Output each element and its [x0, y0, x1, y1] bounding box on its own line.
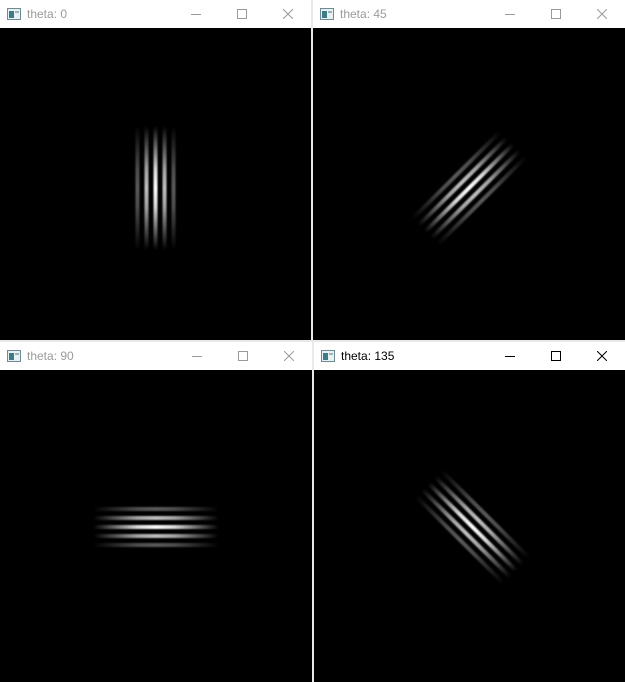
minimize-icon: [191, 14, 201, 15]
close-button[interactable]: [265, 0, 311, 28]
maximize-button[interactable]: [220, 342, 266, 370]
maximize-button[interactable]: [533, 342, 579, 370]
stripe: [93, 516, 219, 520]
title-bar[interactable]: theta: 0: [0, 0, 311, 28]
close-button[interactable]: [266, 342, 312, 370]
minimize-button[interactable]: [487, 342, 533, 370]
close-icon: [283, 9, 293, 19]
minimize-icon: [192, 356, 202, 357]
minimize-icon: [505, 14, 515, 15]
minimize-button[interactable]: [173, 0, 219, 28]
stripe: [429, 149, 521, 240]
desktop: theta: 0 theta: 45 theta: 90 theta: 135: [0, 0, 625, 682]
gabor-pattern: [414, 469, 531, 585]
title-bar[interactable]: theta: 45: [313, 0, 625, 28]
gabor-image-canvas: [314, 370, 625, 682]
window-controls: [173, 0, 311, 28]
window-title: theta: 0: [27, 7, 68, 21]
gabor-pattern: [410, 130, 528, 246]
title-bar[interactable]: theta: 90: [0, 342, 312, 370]
stripe: [436, 155, 528, 246]
window-theta-45[interactable]: theta: 45: [313, 0, 625, 340]
stripe: [162, 126, 167, 250]
gabor-pattern: [93, 507, 219, 547]
window-theta-90[interactable]: theta: 90: [0, 342, 312, 682]
minimize-icon: [505, 356, 515, 357]
stripe: [417, 136, 509, 227]
maximize-icon: [551, 9, 561, 19]
stripe: [93, 534, 219, 538]
stripe: [93, 525, 219, 529]
stripe: [144, 126, 149, 250]
close-button[interactable]: [579, 342, 625, 370]
stripe: [423, 142, 515, 234]
maximize-button[interactable]: [219, 0, 265, 28]
app-icon: [7, 8, 21, 20]
window-controls: [487, 342, 625, 370]
stripe: [427, 481, 518, 573]
close-button[interactable]: [579, 0, 625, 28]
window-title: theta: 45: [340, 7, 387, 21]
minimize-button[interactable]: [174, 342, 220, 370]
stripe: [135, 126, 140, 250]
window-controls: [174, 342, 312, 370]
stripe: [439, 469, 531, 560]
gabor-image-canvas: [0, 370, 312, 682]
maximize-icon: [237, 9, 247, 19]
stripe: [433, 475, 525, 566]
maximize-icon: [238, 351, 248, 361]
close-icon: [284, 351, 294, 361]
stripe: [420, 488, 512, 579]
stripe: [93, 543, 219, 547]
window-theta-0[interactable]: theta: 0: [0, 0, 311, 340]
window-title: theta: 135: [341, 349, 395, 363]
window-theta-135[interactable]: theta: 135: [314, 342, 625, 682]
gabor-pattern: [135, 126, 176, 250]
app-icon: [7, 350, 21, 362]
title-bar[interactable]: theta: 135: [314, 342, 625, 370]
window-controls: [487, 0, 625, 28]
gabor-image-canvas: [0, 28, 311, 340]
stripe: [171, 126, 176, 250]
stripe: [153, 126, 158, 250]
window-title: theta: 90: [27, 349, 74, 363]
gabor-image-canvas: [313, 28, 625, 340]
stripe: [93, 507, 219, 511]
stripe: [410, 130, 502, 221]
close-icon: [597, 351, 607, 361]
close-icon: [597, 9, 607, 19]
maximize-button[interactable]: [533, 0, 579, 28]
stripe: [414, 494, 506, 585]
app-icon: [320, 8, 334, 20]
app-icon: [321, 350, 335, 362]
minimize-button[interactable]: [487, 0, 533, 28]
maximize-icon: [551, 351, 561, 361]
